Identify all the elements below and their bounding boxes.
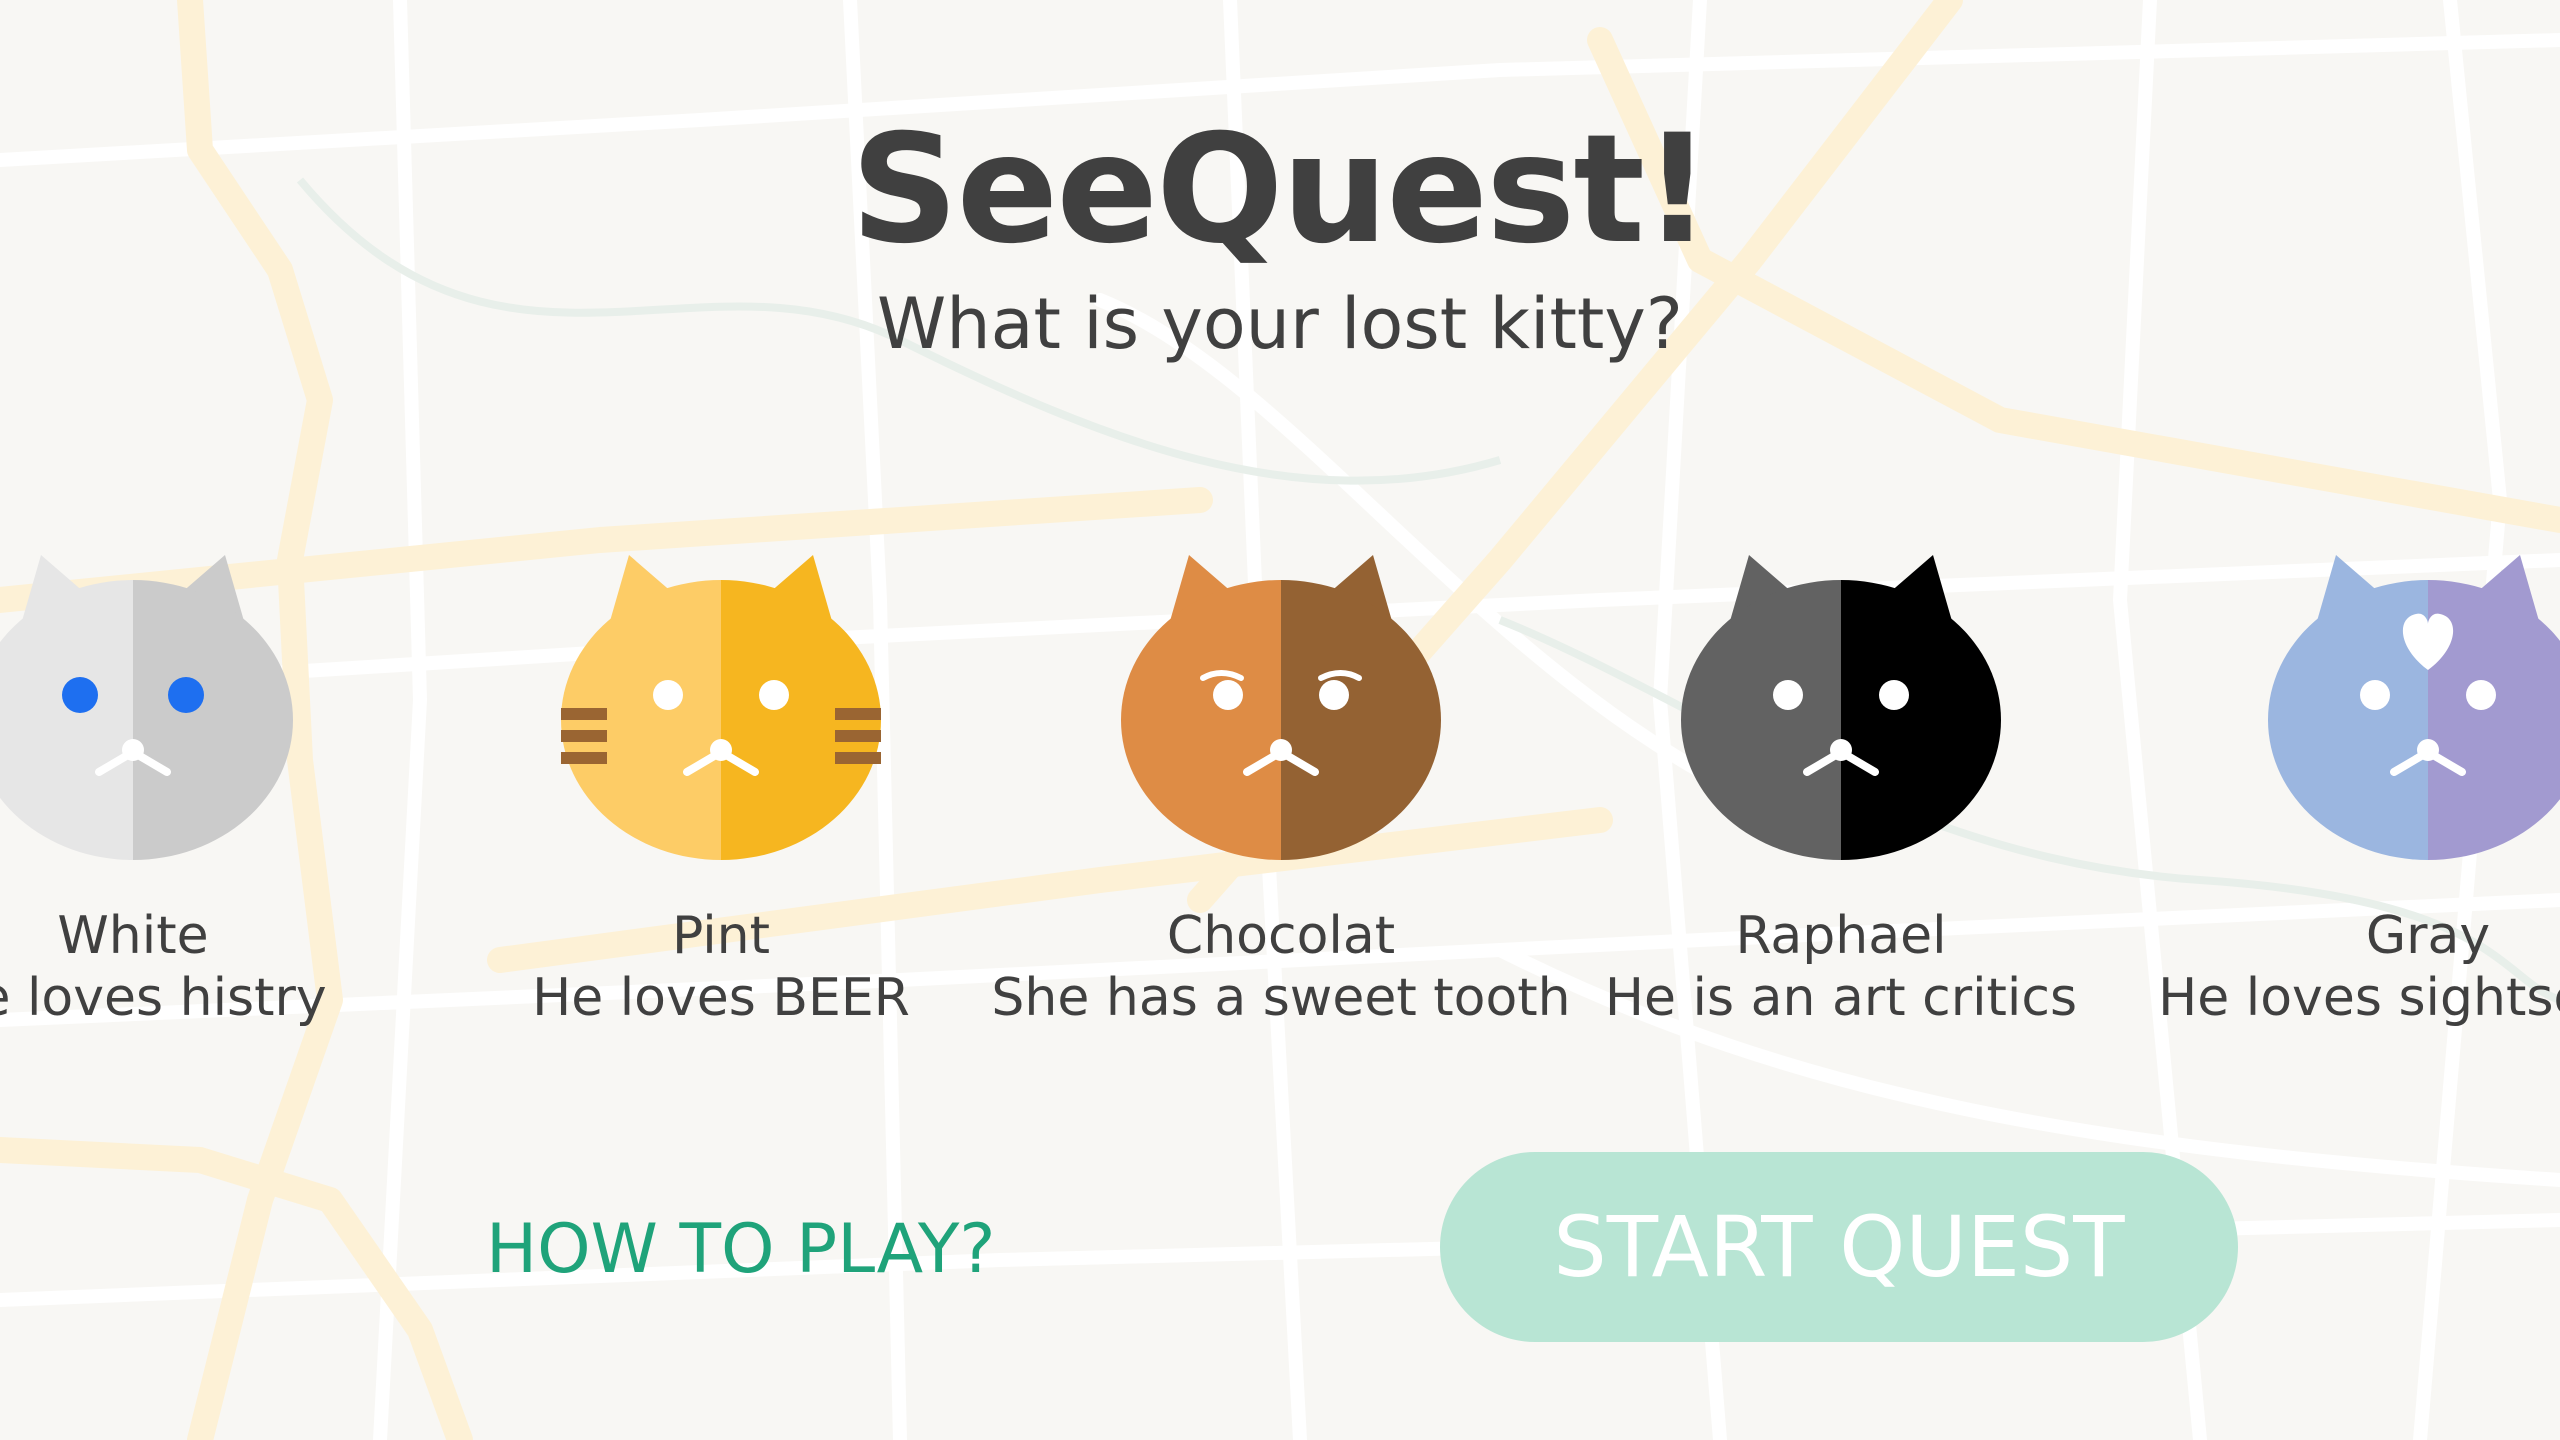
cat-option-gray[interactable]: Gray He loves sightseeing [2128,530,2560,1050]
cat-option-chocolat[interactable]: Chocolat She has a sweet tooth [981,530,1581,1050]
white-cat-face-icon [0,555,293,860]
cat-description: He loves histry [0,968,327,1028]
start-screen: SeeQuest! What is your lost kitty? White… [0,0,2560,1440]
cat-description: She has a sweet tooth [991,968,1571,1028]
cat-name: Pint [671,906,770,966]
black-cat-face-icon [1681,555,2001,860]
orange-cat-face-icon [561,555,881,860]
cat-option-white[interactable]: White He loves histry [0,530,433,1050]
cat-carousel[interactable]: White He loves histry [0,530,2560,1050]
game-title: SeeQuest! [850,103,1712,277]
cat-name: White [57,906,209,966]
blue-cat-face-icon [2268,555,2560,860]
cat-name: Gray [2365,906,2491,966]
cat-description: He loves sightseeing [2158,968,2560,1028]
cat-name: Raphael [1735,906,1947,966]
how-to-play-link[interactable]: HOW TO PLAY? [486,1210,996,1290]
cat-option-pint[interactable]: Pint He loves BEER [421,530,1021,1050]
cat-description: He is an art critics [1604,968,2078,1028]
cat-name: Chocolat [1166,906,1396,966]
cat-description: He loves BEER [532,968,910,1028]
start-quest-button[interactable]: START QUEST [1440,1152,2238,1342]
brown-cat-face-icon [1121,555,1441,860]
page-subtitle: What is your lost kitty? [877,283,1683,365]
cat-option-raphael[interactable]: Raphael He is an art critics [1541,530,2141,1050]
